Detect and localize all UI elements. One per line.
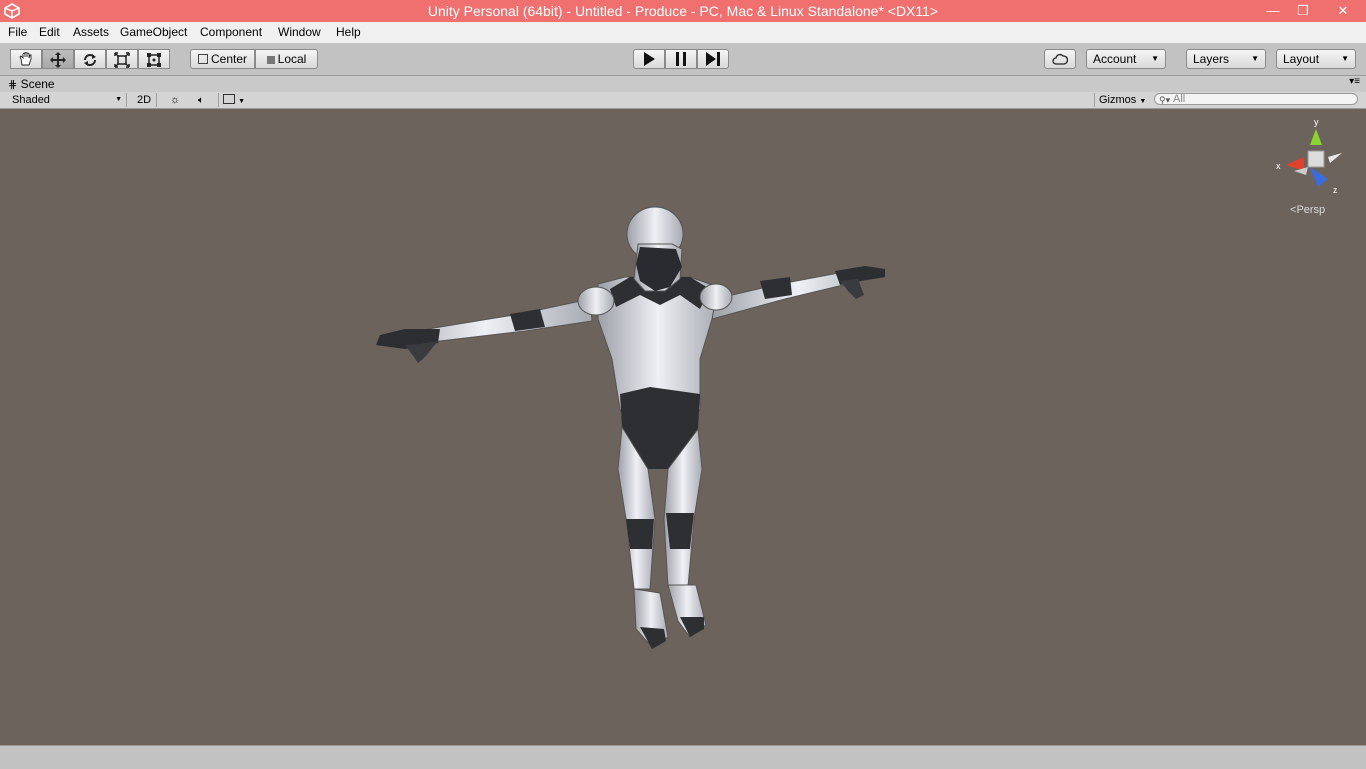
space-label: Local (277, 52, 307, 66)
cloud-icon (1052, 53, 1069, 65)
play-icon (644, 52, 655, 66)
shading-mode-label: Shaded (12, 94, 50, 106)
title-bar: Unity Personal (64bit) - Untitled - Prod… (0, 0, 1366, 22)
pause-icon (676, 52, 686, 66)
scene-tab-bar: ⋕ Scene ▾≡ (0, 76, 1366, 92)
play-button[interactable] (633, 49, 665, 69)
hand-icon (19, 51, 32, 66)
step-icon (706, 52, 720, 66)
account-dropdown[interactable]: Account ▼ (1086, 49, 1166, 69)
maximize-button[interactable]: ❐ (1288, 0, 1318, 22)
menu-gameobject[interactable]: GameObject (120, 25, 187, 39)
axis-x-label: x (1276, 161, 1281, 171)
menu-file[interactable]: File (8, 25, 27, 39)
pivot-center-button[interactable]: Center (190, 49, 255, 69)
shading-mode-dropdown[interactable]: Shaded ▼ (6, 93, 127, 107)
pause-button[interactable] (665, 49, 697, 69)
scene-options-bar: Shaded ▼ 2D ☼ 🔈︎ ▼ Gizmos ▼ ⚲▾ All (0, 92, 1366, 109)
menu-edit[interactable]: Edit (39, 25, 60, 39)
scene-audio-toggle[interactable]: 🔈︎ (191, 93, 211, 107)
dropdown-arrow-icon: ▼ (1139, 98, 1147, 105)
cube-icon (266, 56, 275, 64)
2d-mode-toggle[interactable]: 2D (132, 93, 157, 107)
search-placeholder: All (1173, 93, 1186, 105)
dropdown-arrow-icon: ▼ (1341, 54, 1349, 63)
dropdown-arrow-icon: ▼ (1251, 54, 1259, 63)
menu-component[interactable]: Component (200, 25, 262, 39)
tab-menu-icon[interactable]: ▾≡ (1349, 76, 1360, 87)
space-local-button[interactable]: Local (255, 49, 318, 69)
rotate-icon (84, 54, 96, 66)
scale-icon (114, 52, 130, 68)
menu-assets[interactable]: Assets (73, 25, 109, 39)
orientation-gizmo-icon (1286, 129, 1342, 187)
scene-tab-label: Scene (20, 77, 55, 91)
scene-axis-gizmo[interactable]: y x z <Persp (1270, 115, 1360, 225)
layers-dropdown[interactable]: Layers ▼ (1186, 49, 1266, 69)
gizmos-dropdown[interactable]: Gizmos ▼ (1094, 93, 1148, 107)
robot-character-model[interactable] (0, 109, 1366, 745)
speaker-icon: 🔈︎ (198, 95, 204, 106)
rect-transform-icon (147, 53, 161, 67)
scene-viewport[interactable]: y x z <Persp (0, 109, 1366, 745)
rect-tool-button[interactable] (138, 49, 170, 69)
menu-bar: File Edit Assets GameObject Component Wi… (0, 22, 1366, 43)
scene-effects-dropdown[interactable]: ▼ (218, 93, 252, 107)
scene-search-field[interactable]: ⚲▾ All (1154, 93, 1358, 105)
window-title: Unity Personal (64bit) - Untitled - Prod… (427, 3, 939, 19)
scene-lighting-toggle[interactable]: ☼ (166, 93, 184, 107)
scale-tool-button[interactable] (106, 49, 138, 69)
pivot-icon (197, 54, 208, 64)
status-bar (0, 745, 1366, 769)
grid-icon: ⋕ (8, 79, 18, 91)
gizmos-label: Gizmos (1099, 94, 1137, 106)
account-label: Account (1093, 52, 1137, 66)
main-toolbar: Center Local Account ▼ Layers ▼ Layout ▼ (0, 43, 1366, 76)
search-icon: ⚲▾ (1159, 95, 1171, 105)
close-button[interactable]: ✕ (1320, 0, 1366, 22)
dropdown-arrow-icon: ▼ (1151, 54, 1159, 63)
move-tool-button[interactable] (42, 49, 74, 69)
axis-z-label: z (1333, 185, 1338, 195)
layout-label: Layout (1283, 52, 1320, 66)
cloud-button[interactable] (1044, 49, 1076, 69)
step-button[interactable] (697, 49, 729, 69)
scene-tab[interactable]: ⋕ Scene (8, 77, 55, 91)
image-icon (223, 94, 235, 104)
hand-tool-button[interactable] (10, 49, 42, 69)
dropdown-arrow-icon: ▼ (238, 98, 245, 105)
rotate-tool-button[interactable] (74, 49, 106, 69)
projection-toggle[interactable]: <Persp (1290, 204, 1325, 216)
menu-window[interactable]: Window (278, 25, 321, 39)
axis-y-label: y (1314, 117, 1319, 127)
sun-icon: ☼ (169, 94, 181, 106)
dropdown-arrow-icon: ▼ (115, 96, 122, 103)
projection-label: Persp (1296, 204, 1326, 216)
move-arrows-icon (50, 52, 66, 68)
layers-label: Layers (1193, 52, 1230, 66)
layout-dropdown[interactable]: Layout ▼ (1276, 49, 1356, 69)
pivot-label: Center (210, 52, 248, 66)
menu-help[interactable]: Help (336, 25, 361, 39)
minimize-button[interactable]: — (1258, 0, 1288, 22)
